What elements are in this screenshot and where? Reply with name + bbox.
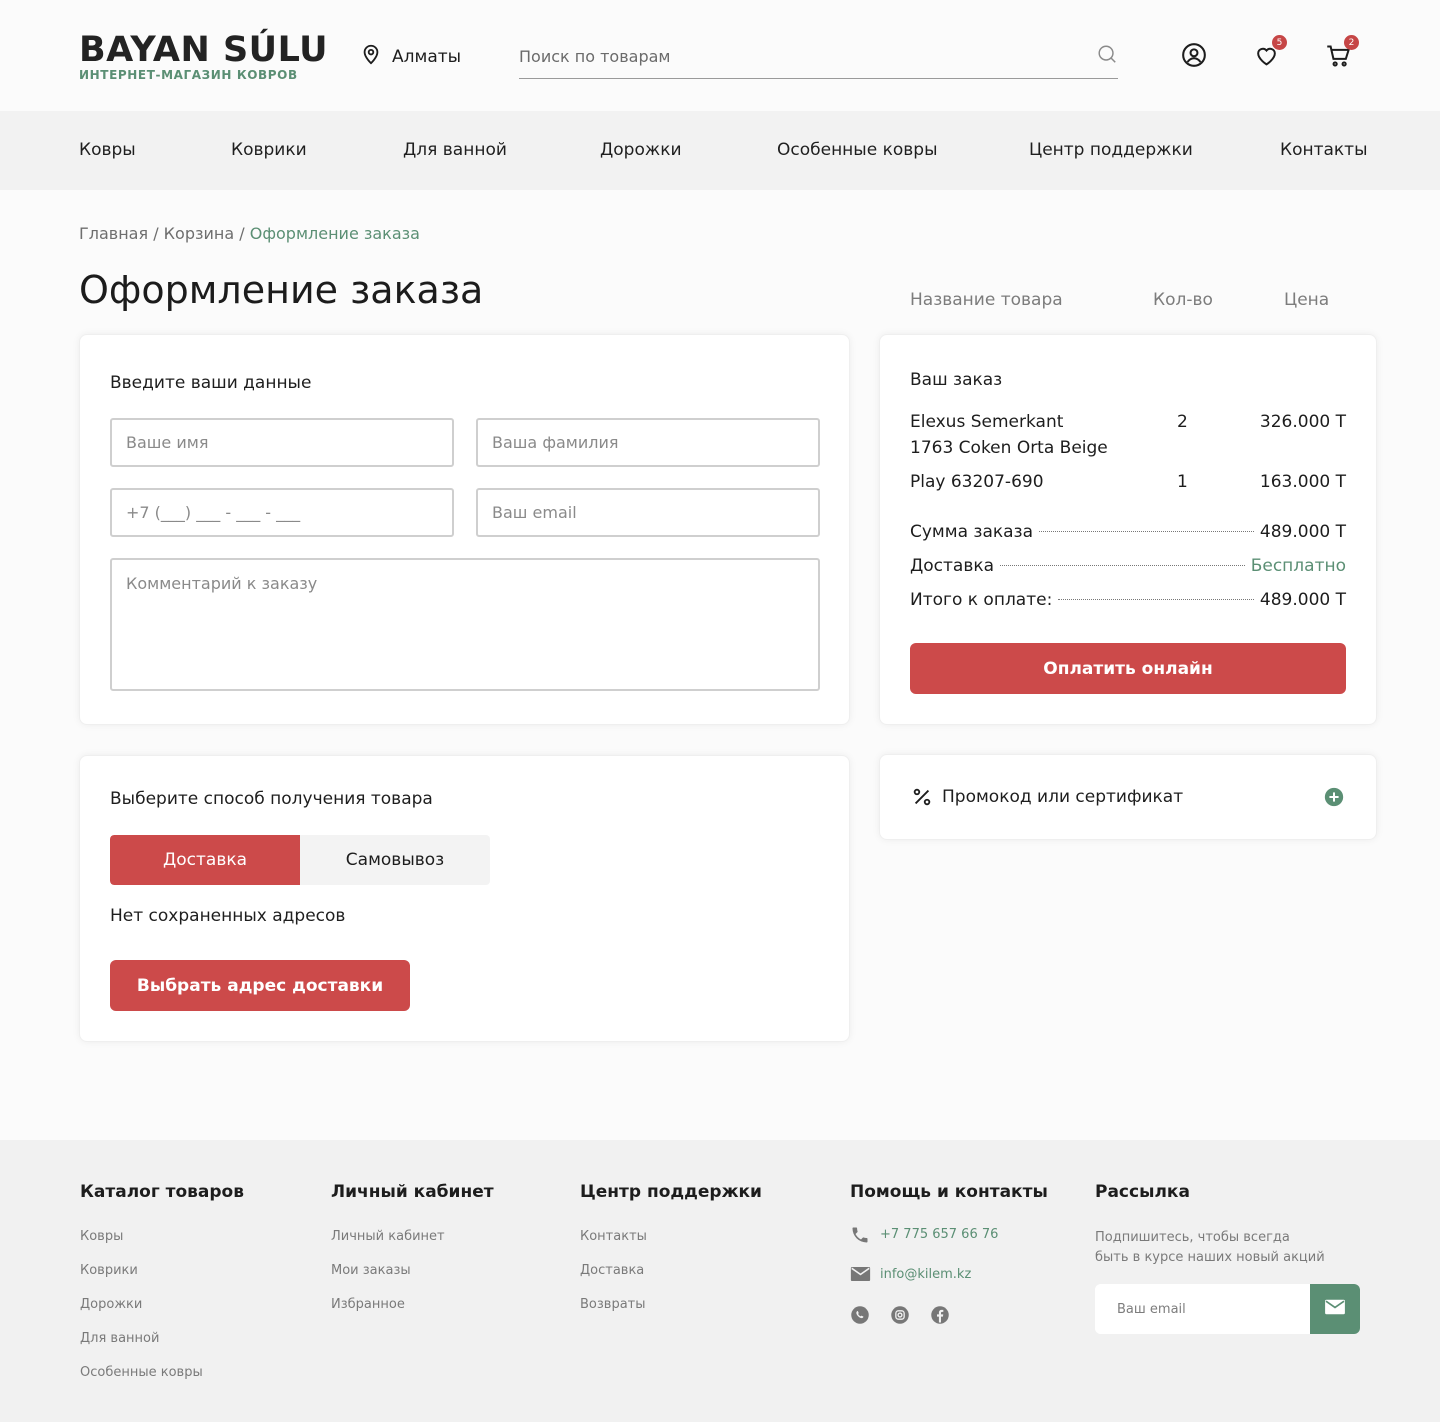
total-value: 489.000 Т [1259,590,1346,610]
city-selector[interactable]: Алматы [360,43,461,70]
footer-phone[interactable]: +7 775 657 66 76 [880,1227,998,1242]
phone-field[interactable] [110,488,454,537]
order-item-name: Play 63207-690 [910,472,1044,492]
main-nav [0,111,1440,190]
newsletter-text-line2: быть в курсе наших новый акций [1095,1250,1325,1265]
breadcrumb-current: Оформление заказа [249,224,420,243]
facebook-icon[interactable] [930,1305,950,1325]
breadcrumb-cart[interactable]: Корзина [164,224,234,243]
footer-link[interactable]: Возвраты [580,1297,646,1312]
breadcrumb-separator: / [234,224,250,243]
no-addresses-text: Нет сохраненных адресов [110,906,346,926]
breadcrumb-separator: / [148,224,164,243]
footer-link[interactable]: Избранное [331,1297,405,1312]
footer-support-heading: Центр поддержки [580,1182,762,1202]
nav-item-rugs[interactable]: Коврики [231,140,307,160]
choose-address-button[interactable]: Выбрать адрес доставки [110,960,410,1011]
customer-data-heading: Введите ваши данные [110,373,312,393]
newsletter-email-input[interactable] [1095,1284,1310,1334]
newsletter-submit-button[interactable] [1310,1284,1360,1334]
footer-newsletter-heading: Рассылка [1095,1182,1190,1202]
order-heading: Ваш заказ [910,370,1003,390]
comment-field[interactable] [110,558,820,691]
whatsapp-icon[interactable] [850,1305,870,1325]
nav-item-runners[interactable]: Дорожки [600,140,682,160]
footer-link[interactable]: Дорожки [80,1297,142,1312]
favorites-badge: 5 [1272,35,1287,50]
breadcrumb: Главная / Корзина / Оформление заказа [79,224,420,243]
column-header-qty: Кол-во [1153,290,1213,310]
footer-link[interactable]: Ковры [80,1229,123,1244]
delivery-method-heading: Выберите способ получения товара [110,789,433,809]
footer-link[interactable]: Мои заказы [331,1263,411,1278]
breadcrumb-home[interactable]: Главная [79,224,148,243]
footer-link[interactable]: Коврики [80,1263,138,1278]
phone-icon [850,1225,870,1245]
footer-link[interactable]: Доставка [580,1263,644,1278]
total-label: Итого к оплате: [910,590,1053,610]
footer-contacts-heading: Помощь и контакты [850,1182,1048,1202]
delivery-method-toggle: Доставка Самовывоз [110,835,490,885]
footer-email[interactable]: info@kilem.kz [880,1267,971,1282]
order-item-name-line2: 1763 Coken Orta Beige [910,438,1108,458]
order-item-price: 163.000 Т [1259,472,1346,492]
search-bar [519,34,1118,79]
first-name-field[interactable] [110,418,454,467]
subtotal-row: Сумма заказа 489.000 Т [910,522,1346,542]
favorites-icon[interactable]: 5 [1251,35,1287,70]
total-row: Итого к оплате: 489.000 Т [910,590,1346,610]
nav-item-special[interactable]: Особенные ковры [777,140,938,160]
column-header-name: Название товара [910,290,1063,310]
newsletter-form [1095,1284,1360,1334]
search-input[interactable] [519,46,1059,66]
mail-icon [850,1265,871,1285]
leader-dots [1000,565,1245,566]
leader-dots [1039,531,1254,532]
order-item-name: Elexus Semerkant [910,412,1064,432]
footer-link[interactable]: Для ванной [80,1331,159,1346]
send-mail-icon [1324,1298,1346,1320]
order-item-price: 326.000 Т [1259,412,1346,432]
delivery-row: Доставка Бесплатно [910,556,1346,576]
footer-account-heading: Личный кабинет [331,1182,494,1202]
percent-icon [911,786,933,808]
promo-label: Промокод или сертификат [942,787,1184,807]
delivery-option-delivery[interactable]: Доставка [110,835,300,885]
column-header-price: Цена [1284,290,1330,310]
footer-catalog-heading: Каталог товаров [80,1182,244,1202]
footer-link[interactable]: Особенные ковры [80,1365,203,1380]
logo[interactable]: BAYAN SÚLU [79,30,328,70]
nav-item-support[interactable]: Центр поддержки [1029,140,1193,160]
pay-online-button[interactable]: Оплатить онлайн [910,643,1346,694]
nav-item-bathroom[interactable]: Для ванной [403,140,507,160]
delivery-label: Доставка [910,556,995,576]
last-name-field[interactable] [476,418,820,467]
account-icon[interactable] [1179,40,1209,70]
footer-link[interactable]: Контакты [580,1229,647,1244]
logo-tagline: ИНТЕРНЕТ-МАГАЗИН КОВРОВ [79,68,298,82]
search-icon[interactable] [1096,43,1118,69]
subtotal-label: Сумма заказа [910,522,1034,542]
instagram-icon[interactable] [890,1305,910,1325]
city-label: Алматы [392,46,462,67]
page-title: Оформление заказа [79,268,484,312]
location-pin-icon [360,43,382,70]
footer-link[interactable]: Личный кабинет [331,1229,445,1244]
delivery-option-pickup[interactable]: Самовывоз [300,835,490,885]
nav-item-contacts[interactable]: Контакты [1280,140,1368,160]
newsletter-text-line1: Подпишитесь, чтобы всегда [1095,1230,1290,1245]
cart-icon[interactable]: 2 [1323,35,1359,70]
nav-item-carpets[interactable]: Ковры [79,140,136,160]
email-field[interactable] [476,488,820,537]
order-item-qty: 1 [1177,472,1188,492]
leader-dots [1058,599,1254,600]
subtotal-value: 489.000 Т [1259,522,1346,542]
add-promo-icon[interactable] [1323,786,1345,808]
cart-badge: 2 [1344,35,1359,50]
delivery-value: Бесплатно [1250,556,1346,576]
order-item-qty: 2 [1177,412,1188,432]
